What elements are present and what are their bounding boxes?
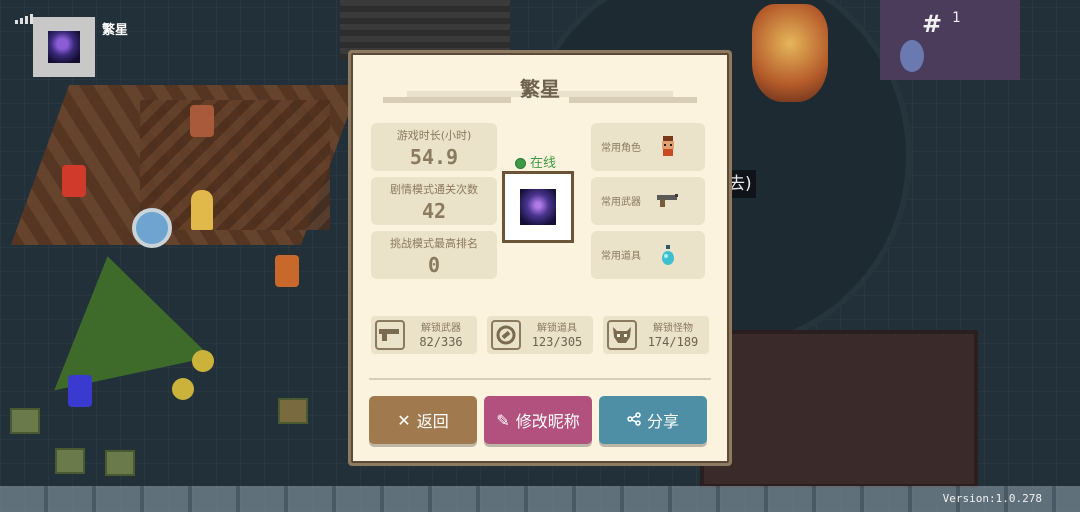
unlock-items[interactable]: 解锁道具 123/305 [487, 316, 593, 354]
galaxy-avatar-icon [520, 189, 556, 225]
stat-value: 54.9 [409, 145, 459, 169]
stat-challenge-rank: 挑战模式最高排名 0 [371, 231, 497, 279]
favorite-character[interactable]: 常用角色 [591, 123, 705, 171]
favorite-weapon[interactable]: 常用武器 [591, 177, 705, 225]
minimap-icon[interactable]: # [922, 8, 950, 40]
share-button[interactable]: 分享 [599, 396, 707, 444]
close-icon: ✕ [397, 410, 411, 430]
stat-value: 0 [427, 253, 441, 277]
bottom-wall [0, 486, 1080, 512]
back-label: 返回 [416, 412, 449, 431]
npc-merchant [190, 105, 214, 137]
profile-dialog: 繁星 游戏时长(小时) 54.9 剧情模式通关次数 42 挑战模式最高排名 0 … [348, 50, 732, 466]
stat-playtime: 游戏时长(小时) 54.9 [371, 123, 497, 171]
favorite-item[interactable]: 常用道具 [591, 231, 705, 279]
bullet-prop [191, 190, 213, 230]
back-button[interactable]: ✕ 返回 [369, 396, 477, 444]
crate [105, 450, 135, 476]
boss-statue [752, 4, 828, 102]
character-icon [657, 136, 679, 158]
share-label: 分享 [646, 412, 679, 431]
share-icon [627, 411, 641, 430]
dark-rug [700, 330, 978, 488]
rename-button[interactable]: ✎ 修改昵称 [484, 396, 592, 444]
favorite-label: 常用角色 [601, 143, 641, 154]
unlock-value: 174/189 [647, 335, 699, 349]
unlock-label: 解锁怪物 [653, 323, 693, 334]
stat-value: 42 [421, 199, 447, 223]
player-avatar[interactable] [33, 17, 95, 77]
divider [369, 378, 711, 380]
npc-red [62, 165, 86, 197]
stat-label: 游戏时长(小时) [396, 129, 472, 142]
pistol-icon [375, 320, 405, 350]
profile-avatar[interactable] [502, 171, 574, 243]
unlock-label: 解锁道具 [537, 323, 577, 334]
npc-character [275, 255, 299, 287]
crate [278, 398, 308, 424]
top-right-count: 1 [952, 10, 961, 26]
npc-blue [68, 375, 92, 407]
dialog-title: 繁星 [520, 77, 560, 101]
rename-label: 修改昵称 [515, 412, 580, 431]
version-label: Version:1.0.278 [942, 492, 1042, 505]
item-icon [491, 320, 521, 350]
unlock-monsters[interactable]: 解锁怪物 174/189 [603, 316, 709, 354]
signal-icon [15, 14, 33, 24]
favorite-label: 常用武器 [601, 197, 641, 208]
purple-rug [880, 0, 1020, 80]
pistol-icon [657, 190, 679, 212]
online-dot-icon [515, 158, 526, 169]
monster-icon [607, 320, 637, 350]
crate [55, 448, 85, 474]
unlock-weapons[interactable]: 解锁武器 82/336 [371, 316, 477, 354]
unlock-label: 解锁武器 [421, 323, 461, 334]
magnifier-prop [132, 208, 172, 248]
galaxy-avatar-icon [48, 31, 80, 63]
unlock-value: 82/336 [419, 335, 463, 349]
online-status: 在线 [515, 152, 556, 171]
potion-icon [657, 244, 679, 266]
wooden-deck-2 [140, 100, 330, 230]
unlock-value: 123/305 [531, 335, 583, 349]
favorite-label: 常用道具 [601, 251, 641, 262]
stat-story-clears: 剧情模式通关次数 42 [371, 177, 497, 225]
edit-icon: ✎ [496, 410, 510, 430]
stat-label: 挑战模式最高排名 [390, 237, 478, 250]
crate [10, 408, 40, 434]
online-label: 在线 [530, 156, 557, 171]
barrel [192, 350, 214, 372]
player-name: 繁星 [102, 23, 129, 38]
npc-sack [900, 40, 924, 72]
stat-label: 剧情模式通关次数 [390, 183, 478, 196]
barrel [172, 378, 194, 400]
